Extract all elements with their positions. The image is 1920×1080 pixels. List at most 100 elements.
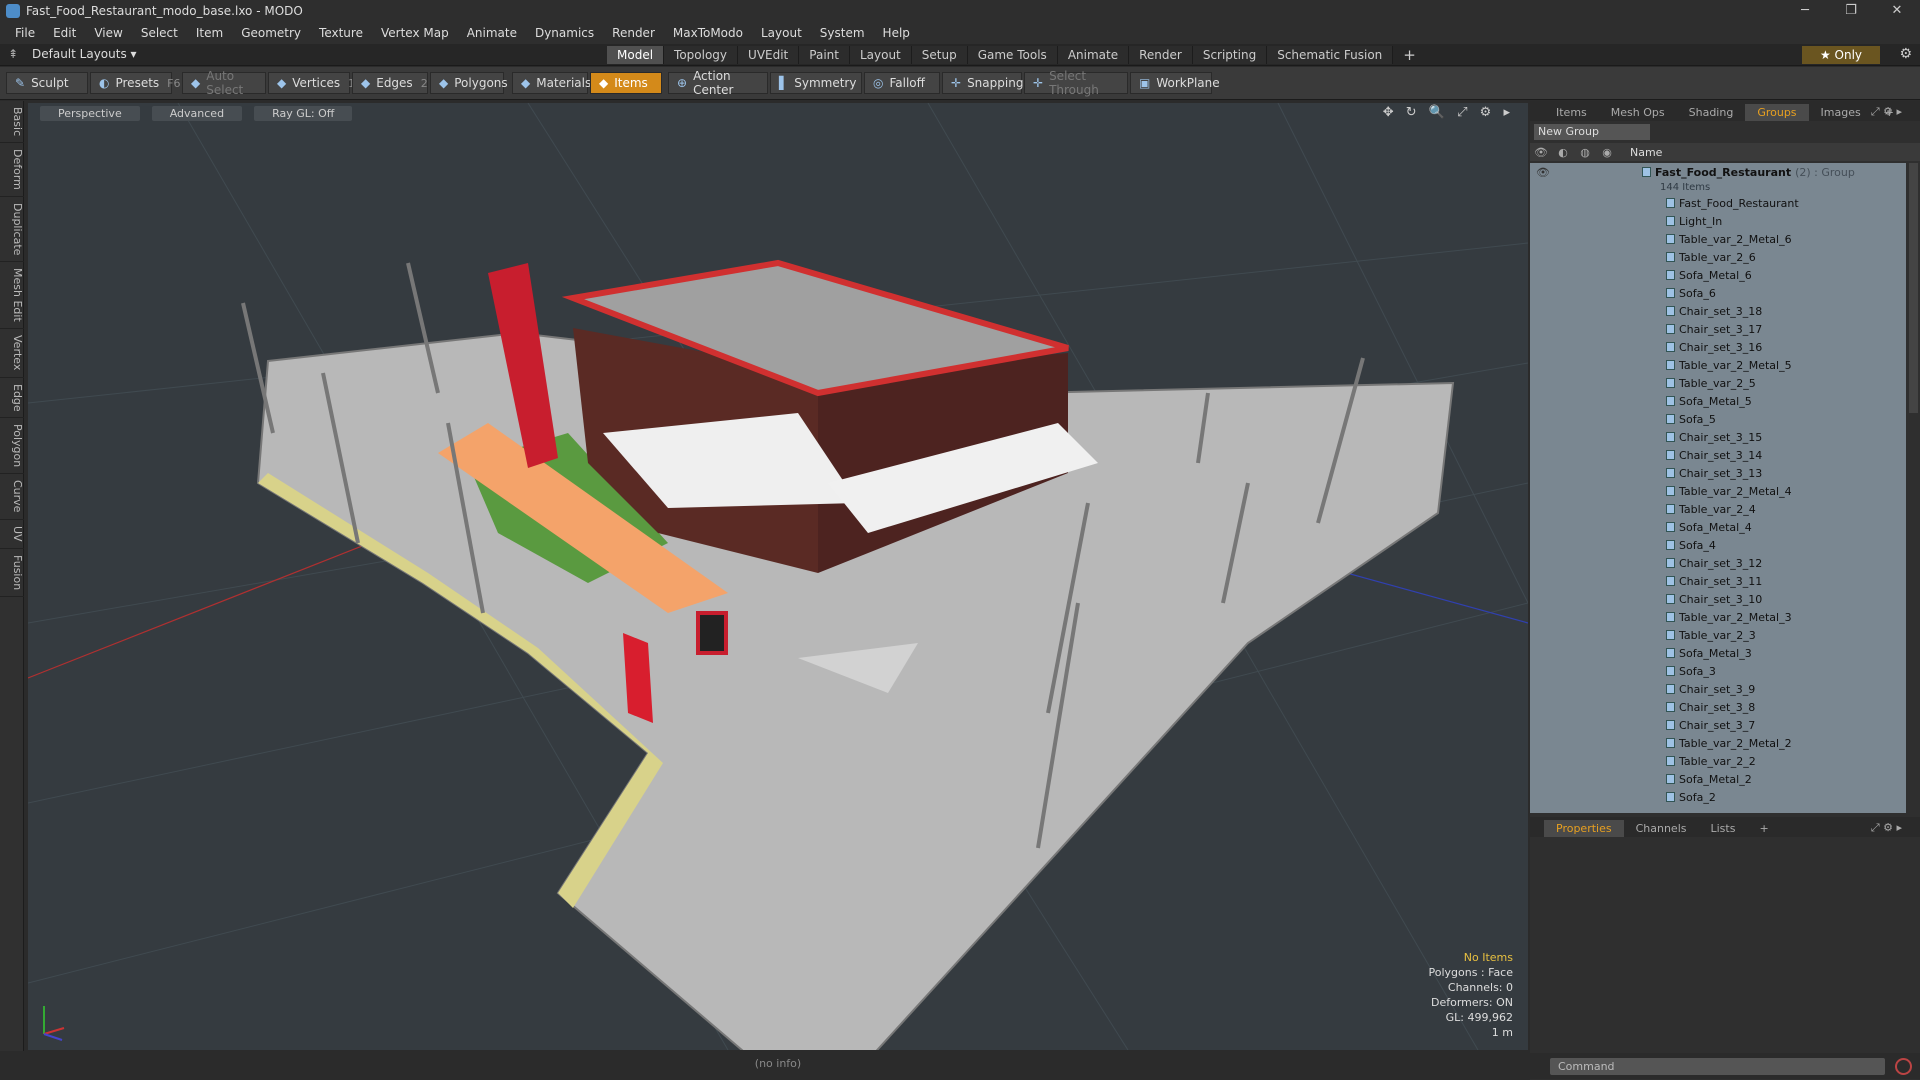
list-item[interactable]: Sofa_Metal_4 <box>1530 518 1906 536</box>
menu-layout[interactable]: Layout <box>752 26 811 40</box>
auto-select-button[interactable]: ◆ Auto Select <box>182 69 266 97</box>
list-item[interactable]: Sofa_Metal_3 <box>1530 644 1906 662</box>
list-item[interactable]: Chair_set_3_14 <box>1530 446 1906 464</box>
left-tab-duplicate[interactable]: Duplicate <box>0 197 24 263</box>
list-item[interactable]: Sofa_6 <box>1530 284 1906 302</box>
list-item[interactable]: Chair_set_3_12 <box>1530 554 1906 572</box>
menu-animate[interactable]: Animate <box>458 26 526 40</box>
list-item[interactable]: Chair_set_3_18 <box>1530 302 1906 320</box>
items-button[interactable]: ◆ Items <box>590 72 662 94</box>
falloff-button[interactable]: ◎ Falloff <box>864 72 940 94</box>
add-properties-tab-icon[interactable]: + <box>1747 820 1780 837</box>
tab-setup[interactable]: Setup <box>911 46 968 64</box>
layout-selector[interactable]: ⇞ Default Layouts ▾ <box>8 47 137 61</box>
menu-texture[interactable]: Texture <box>310 26 372 40</box>
gear-icon[interactable]: ⚙ <box>1899 46 1912 62</box>
list-item[interactable]: Sofa_3 <box>1530 662 1906 680</box>
view-mode-button[interactable]: Perspective <box>40 105 140 121</box>
list-item[interactable]: Fast_Food_Restaurant <box>1530 194 1906 212</box>
properties-options-icon[interactable]: ⤢ ⚙ ▸ <box>1859 819 1914 837</box>
add-tab-icon[interactable]: + <box>1393 46 1426 64</box>
menu-system[interactable]: System <box>811 26 874 40</box>
list-item[interactable]: Chair_set_3_17 <box>1530 320 1906 338</box>
select-column-icon[interactable]: ◉ <box>1596 146 1618 159</box>
symmetry-button[interactable]: ▌ Symmetry <box>770 72 862 94</box>
list-item[interactable]: Table_var_2_5 <box>1530 374 1906 392</box>
minimize-icon[interactable]: ─ <box>1782 0 1828 22</box>
close-icon[interactable]: ✕ <box>1874 0 1920 22</box>
list-item[interactable]: Chair_set_3_11 <box>1530 572 1906 590</box>
tab-model[interactable]: Model <box>607 46 665 64</box>
left-tab-deform[interactable]: Deform <box>0 143 24 198</box>
list-item[interactable]: Table_var_2_Metal_2 <box>1530 734 1906 752</box>
menu-select[interactable]: Select <box>132 26 187 40</box>
list-item[interactable]: Table_var_2_Metal_6 <box>1530 230 1906 248</box>
menu-item[interactable]: Item <box>187 26 232 40</box>
list-item[interactable]: Chair_set_3_13 <box>1530 464 1906 482</box>
snapping-button[interactable]: ✛ Snapping <box>942 72 1023 94</box>
tree-scrollbar[interactable] <box>1909 163 1918 413</box>
left-tab-curve[interactable]: Curve <box>0 474 24 520</box>
list-item[interactable]: Table_var_2_Metal_3 <box>1530 608 1906 626</box>
left-tab-fusion[interactable]: Fusion <box>0 549 24 597</box>
list-item[interactable]: Table_var_2_4 <box>1530 500 1906 518</box>
visibility-eye-icon[interactable]: 👁 <box>1536 166 1550 179</box>
materials-button[interactable]: ◆ Materials <box>512 72 591 94</box>
list-item[interactable]: Sofa_Metal_6 <box>1530 266 1906 284</box>
vertices-button[interactable]: ◆Vertices1 <box>268 72 355 94</box>
new-group-button[interactable]: New Group <box>1534 124 1650 140</box>
action-center-button[interactable]: ⊕ Action Center <box>668 69 768 97</box>
list-item[interactable]: Light_In <box>1530 212 1906 230</box>
menu-maxtomodo[interactable]: MaxToModo <box>664 26 752 40</box>
3d-viewport[interactable]: Perspective Advanced Ray GL: Off ✥ ↻ 🔍 ⤢… <box>28 103 1528 1050</box>
list-item[interactable]: Sofa_Metal_2 <box>1530 770 1906 788</box>
presets-button[interactable]: ◐ Presets F6 <box>90 72 180 94</box>
list-item[interactable]: Chair_set_3_15 <box>1530 428 1906 446</box>
name-column-header[interactable]: Name <box>1630 146 1662 159</box>
menu-help[interactable]: Help <box>874 26 919 40</box>
list-item[interactable]: Sofa_Metal_5 <box>1530 392 1906 410</box>
select-through-button[interactable]: ✛ Select Through <box>1024 69 1128 97</box>
restore-icon[interactable]: ❐ <box>1828 0 1874 22</box>
tab-paint[interactable]: Paint <box>799 46 850 64</box>
panel-options-icon[interactable]: ⤢ ⚙ ▸ <box>1859 103 1914 121</box>
list-item[interactable]: Chair_set_3_10 <box>1530 590 1906 608</box>
tree-group-row[interactable]: 👁 Fast_Food_Restaurant (2) : Group <box>1530 163 1906 181</box>
list-item[interactable]: Chair_set_3_7 <box>1530 716 1906 734</box>
tab-scripting[interactable]: Scripting <box>1192 46 1268 64</box>
list-item[interactable]: Table_var_2_2 <box>1530 752 1906 770</box>
list-item[interactable]: Chair_set_3_16 <box>1530 338 1906 356</box>
groups-tree[interactable]: 👁 Fast_Food_Restaurant (2) : Group 144 It… <box>1530 163 1906 813</box>
list-item[interactable]: Table_var_2_3 <box>1530 626 1906 644</box>
lock-column-icon[interactable]: ◍ <box>1574 146 1596 159</box>
tab-uvedit[interactable]: UVEdit <box>738 46 800 64</box>
menu-geometry[interactable]: Geometry <box>232 26 310 40</box>
tab-game-tools[interactable]: Game Tools <box>967 46 1058 64</box>
left-tab-mesh-edit[interactable]: Mesh Edit <box>0 262 24 330</box>
list-item[interactable]: Chair_set_3_8 <box>1530 698 1906 716</box>
tab-items[interactable]: Items <box>1544 104 1599 121</box>
tab-layout[interactable]: Layout <box>849 46 912 64</box>
menu-render[interactable]: Render <box>603 26 664 40</box>
menu-file[interactable]: File <box>6 26 44 40</box>
tab-topology[interactable]: Topology <box>664 46 739 64</box>
menu-edit[interactable]: Edit <box>44 26 85 40</box>
tab-render[interactable]: Render <box>1129 46 1193 64</box>
sculpt-button[interactable]: ✎ Sculpt <box>6 72 88 94</box>
polygons-button[interactable]: ◆ Polygons <box>430 72 508 94</box>
left-tab-edge[interactable]: Edge <box>0 378 24 419</box>
left-tab-polygon[interactable]: Polygon <box>0 418 24 475</box>
edges-button[interactable]: ◆ Edges 2 <box>352 72 428 94</box>
viewport-nav-icons[interactable]: ✥ ↻ 🔍 ⤢ ⚙ ▸ <box>1383 105 1514 120</box>
tab-channels[interactable]: Channels <box>1624 820 1699 837</box>
raygl-button[interactable]: Ray GL: Off <box>254 105 353 121</box>
tab-lists[interactable]: Lists <box>1699 820 1748 837</box>
tab-schematic-fusion[interactable]: Schematic Fusion <box>1267 46 1394 64</box>
list-item[interactable]: Sofa_4 <box>1530 536 1906 554</box>
list-item[interactable]: Table_var_2_Metal_5 <box>1530 356 1906 374</box>
list-item[interactable]: Sofa_2 <box>1530 788 1906 806</box>
tab-groups[interactable]: Groups <box>1745 104 1809 121</box>
list-item[interactable]: Table_var_2_Metal_4 <box>1530 482 1906 500</box>
menu-vertex-map[interactable]: Vertex Map <box>372 26 458 40</box>
list-item[interactable]: Sofa_5 <box>1530 410 1906 428</box>
